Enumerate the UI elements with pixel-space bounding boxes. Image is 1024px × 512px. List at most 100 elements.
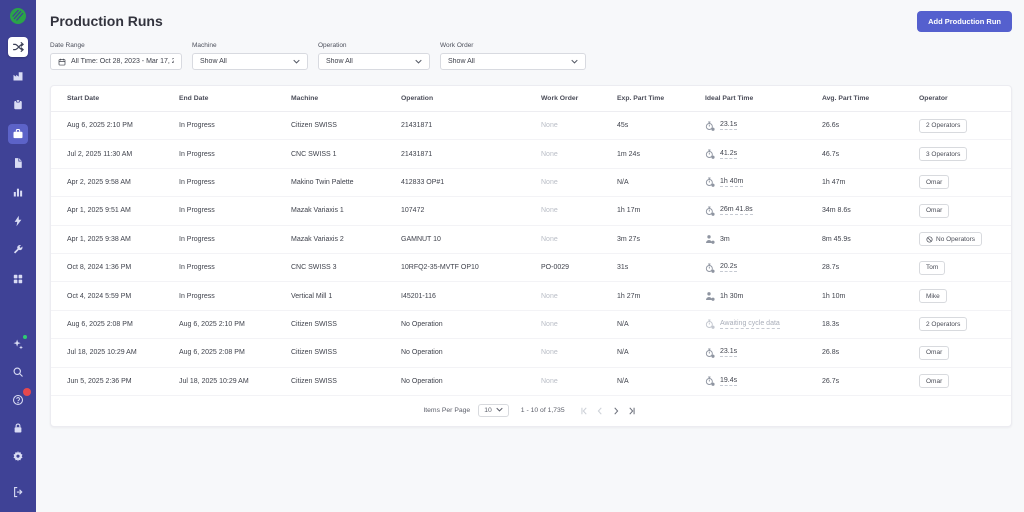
ideal-part-time-value[interactable]: 1h 40m bbox=[720, 178, 744, 187]
avg-part-time-cell: 28.7s bbox=[822, 264, 840, 272]
column-header-machine: Machine bbox=[291, 95, 319, 102]
ideal-part-time-cell: 19.4s bbox=[705, 376, 822, 387]
table-row[interactable]: Aug 6, 2025 2:08 PM Aug 6, 2025 2:10 PM Ci… bbox=[51, 311, 1011, 340]
ideal-part-time-value[interactable]: 20.2s bbox=[720, 263, 738, 273]
main-content: Production Runs Add Production Run Date … bbox=[36, 0, 1024, 512]
ideal-part-time-value[interactable]: Awaiting cycle data bbox=[720, 320, 780, 329]
ideal-part-time-value[interactable]: 19.4s bbox=[720, 377, 738, 386]
table-row[interactable]: Oct 4, 2024 5:59 PM In Progress Vertical M… bbox=[51, 282, 1011, 311]
operator-label: 3 Operators bbox=[926, 150, 961, 158]
table-row[interactable]: Apr 1, 2025 9:51 AM In Progress Mazak Vari… bbox=[51, 197, 1011, 226]
chevron-down-icon bbox=[496, 407, 503, 414]
column-header-avg-part-time: Avg. Part Time bbox=[822, 95, 870, 102]
end-date-cell: In Progress bbox=[179, 207, 215, 215]
next-page-button[interactable] bbox=[609, 407, 623, 415]
ideal-part-time-value[interactable]: 41.2s bbox=[720, 150, 738, 159]
app-logo-icon[interactable] bbox=[9, 7, 27, 25]
page-header: Production Runs Add Production Run bbox=[50, 0, 1012, 42]
sidebar-item-energy[interactable] bbox=[8, 211, 28, 231]
operation-cell: 21431871 bbox=[401, 150, 433, 158]
stopwatch-gear-icon bbox=[705, 376, 715, 387]
sidebar-item-factory[interactable] bbox=[8, 66, 28, 86]
tools-icon bbox=[12, 244, 24, 256]
sidebar-item-search[interactable] bbox=[8, 362, 28, 382]
sidebar-item-shuffle[interactable] bbox=[8, 37, 28, 57]
ideal-part-time-cell: 41.2s bbox=[705, 149, 822, 159]
app-root: Production Runs Add Production Run Date … bbox=[0, 0, 1024, 512]
ideal-part-time-value[interactable]: 26m 41.8s bbox=[720, 206, 753, 216]
operation-cell: No Operation bbox=[401, 320, 443, 328]
assistant-status-dot bbox=[23, 335, 27, 339]
search-icon bbox=[12, 366, 24, 378]
work-order-filter-label: Work Order bbox=[440, 42, 474, 49]
table-row[interactable]: Aug 6, 2025 2:10 PM In Progress Citizen SW… bbox=[51, 112, 1011, 141]
assistant-icon bbox=[12, 338, 24, 350]
sidebar-item-documents[interactable] bbox=[8, 153, 28, 173]
items-per-page-value: 10 bbox=[484, 407, 492, 415]
operation-filter-control[interactable]: Show All bbox=[318, 53, 430, 70]
operator-badge[interactable]: Omar bbox=[919, 203, 950, 218]
sidebar-item-jobs[interactable] bbox=[8, 95, 28, 115]
add-production-run-button[interactable]: Add Production Run bbox=[917, 10, 1012, 32]
person-gear-icon bbox=[705, 234, 715, 245]
avg-part-time-cell: 8m 45.9s bbox=[822, 235, 851, 243]
energy-icon bbox=[12, 215, 24, 227]
sidebar-item-apps[interactable] bbox=[8, 269, 28, 289]
ideal-part-time-cell: 1h 30m bbox=[705, 291, 822, 301]
sidebar-item-production-runs[interactable] bbox=[8, 124, 28, 144]
ideal-part-time-value[interactable]: 23.1s bbox=[720, 348, 738, 358]
sidebar-nav bbox=[8, 37, 28, 289]
ideal-part-time-cell: 23.1s bbox=[705, 121, 822, 131]
work-order-filter-control[interactable]: Show All bbox=[440, 53, 586, 70]
avg-part-time-cell: 34m 8.6s bbox=[822, 207, 851, 215]
avg-part-time-cell: 46.7s bbox=[822, 150, 840, 158]
table-row[interactable]: Jul 18, 2025 10:29 AM Aug 6, 2025 2:08 PM… bbox=[51, 339, 1011, 368]
date-range-filter-label: Date Range bbox=[50, 42, 85, 49]
page-title: Production Runs bbox=[50, 13, 163, 29]
chevron-down-icon bbox=[571, 59, 578, 64]
machine-filter-control[interactable]: Show All bbox=[192, 53, 308, 70]
filter-bar: Date Range All Time: Oct 28, 2023 - Mar 1… bbox=[50, 42, 1012, 70]
date-range-filter-control[interactable]: All Time: Oct 28, 2023 - Mar 17, 2026 bbox=[50, 53, 182, 70]
sidebar-item-help[interactable] bbox=[8, 388, 31, 410]
operator-badge[interactable]: No Operators bbox=[919, 232, 983, 247]
items-per-page-select[interactable]: 10 bbox=[478, 404, 509, 418]
machine-filter: Machine Show All bbox=[192, 42, 308, 70]
table-row[interactable]: Jun 5, 2025 2:36 PM Jul 18, 2025 10:29 AM… bbox=[51, 368, 1011, 396]
chevron-down-icon bbox=[293, 59, 300, 64]
exp-part-time-cell: 1m 24s bbox=[617, 150, 640, 158]
table-row[interactable]: Apr 2, 2025 9:58 AM In Progress Makino Twi… bbox=[51, 169, 1011, 198]
exp-part-time-cell: N/A bbox=[617, 377, 629, 385]
operator-badge[interactable]: 2 Operators bbox=[919, 317, 968, 332]
stopwatch-gear-icon bbox=[705, 177, 715, 188]
operator-badge[interactable]: 2 Operators bbox=[919, 118, 968, 133]
exp-part-time-cell: 45s bbox=[617, 122, 629, 130]
sidebar-item-analytics[interactable] bbox=[8, 182, 28, 202]
stopwatch-gear-icon bbox=[705, 206, 715, 216]
operator-badge[interactable]: Tom bbox=[919, 260, 946, 275]
sidebar-item-settings[interactable] bbox=[8, 446, 28, 466]
exp-part-time-cell: 1h 27m bbox=[617, 292, 641, 300]
operator-badge[interactable]: Mike bbox=[919, 289, 947, 304]
last-page-button[interactable] bbox=[625, 407, 639, 415]
operator-cell: Omar bbox=[919, 203, 995, 218]
operator-badge[interactable]: Omar bbox=[919, 175, 950, 190]
column-header-operator: Operator bbox=[919, 95, 948, 102]
table-row[interactable]: Jul 2, 2025 11:30 AM In Progress CNC SWISS… bbox=[51, 140, 1011, 169]
column-header-exp-part-time: Exp. Part Time bbox=[617, 95, 665, 102]
operator-badge[interactable]: Omar bbox=[919, 345, 950, 360]
end-date-cell: In Progress bbox=[179, 122, 215, 130]
operator-badge[interactable]: 3 Operators bbox=[919, 147, 968, 162]
sidebar-item-tools[interactable] bbox=[8, 240, 28, 260]
operator-cell: Omar bbox=[919, 345, 995, 360]
operator-badge[interactable]: Omar bbox=[919, 374, 950, 389]
ideal-part-time-value[interactable]: 23.1s bbox=[720, 121, 738, 131]
sidebar-item-logout[interactable] bbox=[8, 482, 28, 502]
table-row[interactable]: Apr 1, 2025 9:38 AM In Progress Mazak Vari… bbox=[51, 226, 1011, 254]
table-row[interactable]: Oct 8, 2024 1:36 PM In Progress CNC SWISS … bbox=[51, 254, 1011, 283]
sidebar-item-lock[interactable] bbox=[8, 418, 28, 438]
sidebar-item-assistant[interactable] bbox=[8, 334, 28, 354]
pagination-nav bbox=[577, 407, 639, 415]
avg-part-time-cell: 26.6s bbox=[822, 122, 840, 130]
end-date-cell: Jul 18, 2025 10:29 AM bbox=[179, 377, 249, 385]
